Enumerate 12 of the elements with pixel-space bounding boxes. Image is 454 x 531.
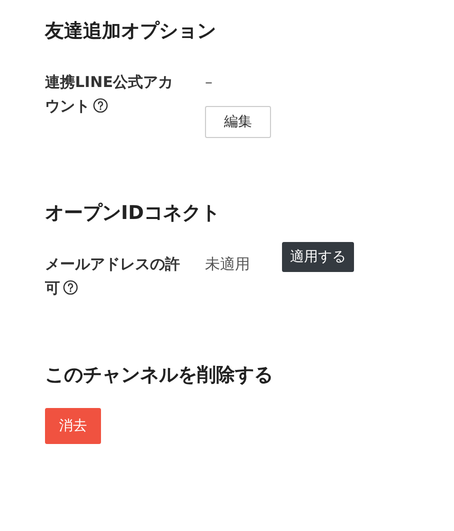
help-icon[interactable] [93,98,108,113]
help-icon[interactable] [63,280,78,295]
setting-value: – [205,72,212,93]
delete-button[interactable]: 消去 [45,408,101,444]
section-title: このチャンネルを削除する [45,363,274,388]
section-title: 友達追加オプション [45,19,217,44]
section-title: オープンIDコネクト [45,201,221,226]
setting-label: 連携LINE公式アカウント [45,72,174,117]
edit-button[interactable]: 編集 [205,106,271,138]
setting-label: メールアドレスの許可 [45,254,181,299]
apply-button[interactable]: 適用する [282,242,354,272]
setting-value: 未適用 [205,254,250,275]
